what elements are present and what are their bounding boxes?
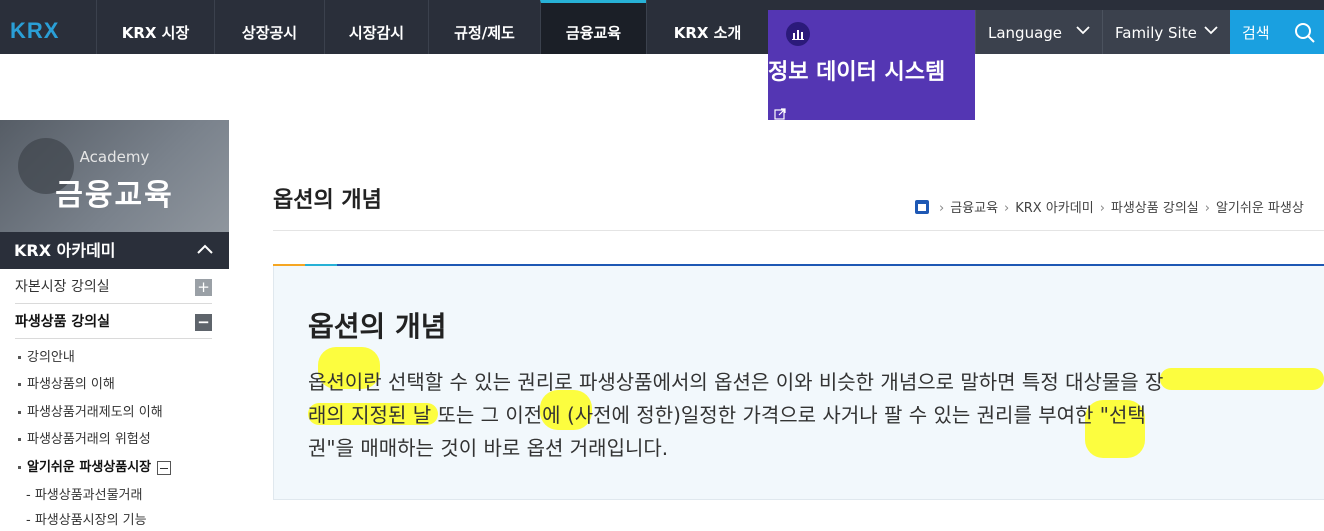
plus-icon[interactable]: + [195,279,212,296]
bullet-icon [18,438,21,441]
search-icon [1295,23,1315,43]
content-paragraph: 옵션이란 선택할 수 있는 권리로 파생상품에서의 옵션은 이와 비슷한 개념으… [308,366,1318,465]
sidebar-item-label: 자본시장 강의실 [15,279,110,295]
bullet-icon [18,383,21,386]
nav-krx-about[interactable]: KRX 소개 [646,0,768,54]
sidebar-subitem[interactable]: 강의안내 [18,346,75,365]
breadcrumb: › 금융교육 › KRX 아카데미 › 파생상품 강의실 › 알기쉬운 파생상 [915,197,1304,216]
sidebar-section-header[interactable]: KRX 아카데미 [0,232,229,269]
content-line: 권"을 매매하는 것이 바로 옵션 거래입니다. [308,436,669,460]
nav-krx-market[interactable]: KRX 시장 [96,0,214,54]
banner-subtitle: Academy [79,148,150,166]
bullet-icon [18,466,21,469]
chevron-down-icon [1204,26,1218,35]
chevron-down-icon [1076,26,1090,35]
sidebar-subitem[interactable]: 파생상품거래제도의 이해 [18,401,163,420]
info-data-system-menu[interactable]: 정보 데이터 시스템 [768,10,975,120]
chevron-up-icon [197,244,213,254]
collapse-icon[interactable] [157,460,172,475]
sidebar-item-capital-market[interactable]: 자본시장 강의실 + [15,270,212,304]
language-dropdown[interactable]: Language [975,10,1102,54]
info-data-system-title: 정보 데이터 시스템 [768,60,946,85]
bullet-icon [18,356,21,359]
language-label: Language [988,24,1063,42]
external-link-icon[interactable] [774,108,786,120]
title-divider [273,230,1324,231]
sidebar-item-derivatives[interactable]: 파생상품 강의실 − [15,305,212,339]
family-site-dropdown[interactable]: Family Site [1102,10,1230,54]
sidebar-subitem-active[interactable]: 알기쉬운 파생상품시장 [18,456,172,475]
family-site-label: Family Site [1115,24,1197,42]
page-title: 옵션의 개념 [273,188,382,213]
home-icon[interactable] [915,200,929,214]
bullet-icon [18,411,21,414]
accent-bar [273,264,305,266]
sidebar-section-title: KRX 아카데미 [14,241,116,260]
search-button[interactable]: 검색 [1230,10,1324,54]
sidebar-banner: Academy 금융교육 [0,120,229,232]
nav-rules-system[interactable]: 규정/제도 [428,0,540,54]
breadcrumb-item[interactable]: KRX 아카데미 [1015,201,1093,216]
sidebar-subsubitem[interactable]: - 파생상품시장의 기능 [26,509,147,528]
content-title: 옵션의 개념 [308,310,447,343]
chart-icon [786,22,810,46]
breadcrumb-item[interactable]: 파생상품 강의실 [1111,201,1199,216]
nav-listing-disclosure[interactable]: 상장공시 [214,0,324,54]
content-line: 옵션이란 선택할 수 있는 권리로 파생상품에서의 옵션은 이와 비슷한 개념으… [308,370,1164,394]
accent-bar [305,264,337,266]
content-line: 래의 지정된 날 또는 그 이전에 (사전에 정한)일정한 가격으로 사거나 팔… [308,403,1146,427]
breadcrumb-item[interactable]: 금융교육 [950,201,998,216]
header-band [975,54,1324,64]
nav-financial-education[interactable]: 금융교육 [540,0,646,54]
breadcrumb-item[interactable]: 알기쉬운 파생상 [1216,201,1304,216]
banner-title: 금융교육 [55,178,174,213]
sidebar-item-label: 파생상품 강의실 [15,314,111,330]
nav-market-surveillance[interactable]: 시장감시 [324,0,428,54]
minus-icon[interactable]: − [195,314,212,331]
sidebar-subitem[interactable]: 파생상품의 이해 [18,373,115,392]
sidebar-subitem[interactable]: 파생상품거래의 위험성 [18,428,151,447]
krx-logo[interactable]: KRX [10,18,59,44]
sidebar-subsubitem[interactable]: - 파생상품과선물거래 [26,484,142,503]
search-label: 검색 [1242,24,1270,42]
